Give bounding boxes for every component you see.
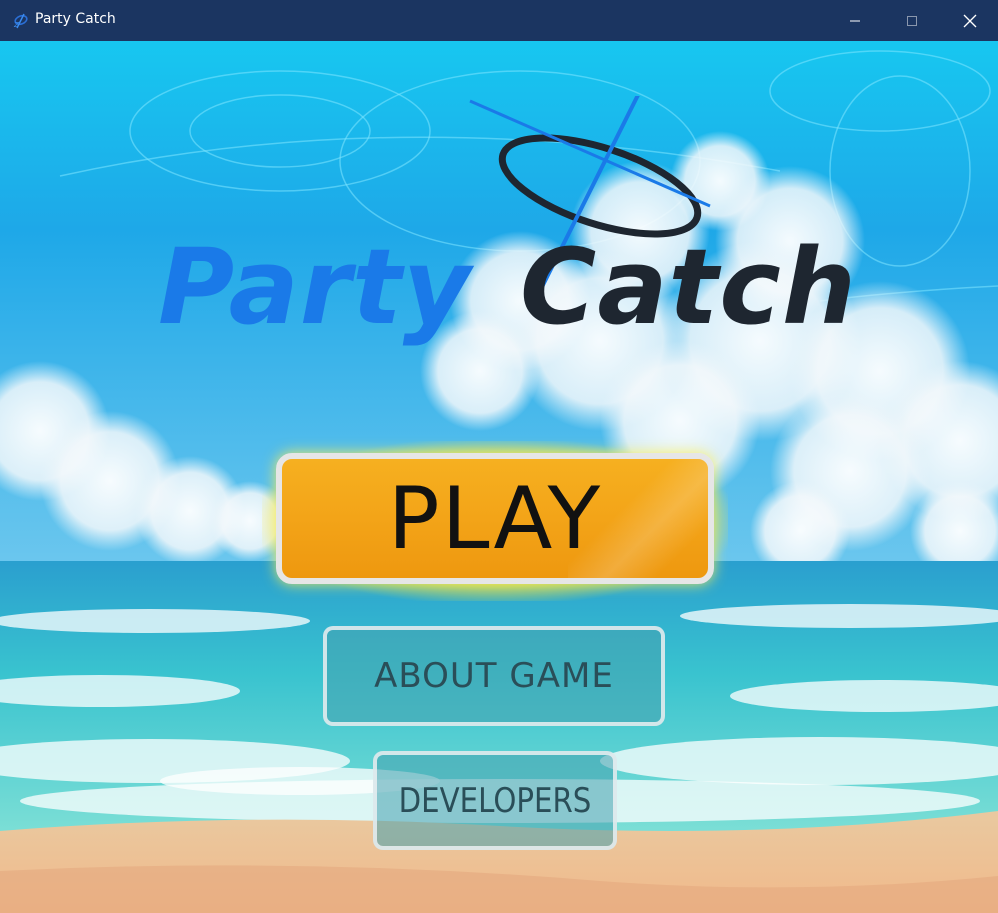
svg-text:Z: Z (13, 21, 19, 29)
play-button-label: PLAY (387, 468, 603, 569)
close-icon (963, 14, 977, 27)
window-title: Party Catch (35, 11, 116, 27)
maximize-button[interactable] (883, 0, 941, 41)
play-button[interactable]: PLAY (276, 453, 714, 584)
developers-label: DEVELOPERS (398, 780, 592, 821)
title-bar[interactable]: Z Party Catch (0, 0, 998, 41)
logo-word-party: Party (158, 226, 472, 348)
about-game-button[interactable]: ABOUT GAME (323, 626, 665, 726)
maximize-icon (907, 15, 917, 26)
game-canvas: Party Catch PLAY ABOUT GAME DEVELOPERS (0, 41, 998, 913)
game-logo: Party Catch (150, 96, 910, 348)
about-game-label: ABOUT GAME (374, 656, 614, 696)
minimize-icon (850, 20, 860, 21)
game-window: Z Party Catch Party Catch PLAY ABOUT GAM… (0, 0, 998, 913)
close-button[interactable] (941, 0, 998, 41)
minimize-button[interactable] (826, 0, 884, 41)
app-icon: Z (13, 13, 28, 29)
logo-word-catch: Catch (520, 226, 857, 348)
developers-button[interactable]: DEVELOPERS (373, 751, 617, 850)
